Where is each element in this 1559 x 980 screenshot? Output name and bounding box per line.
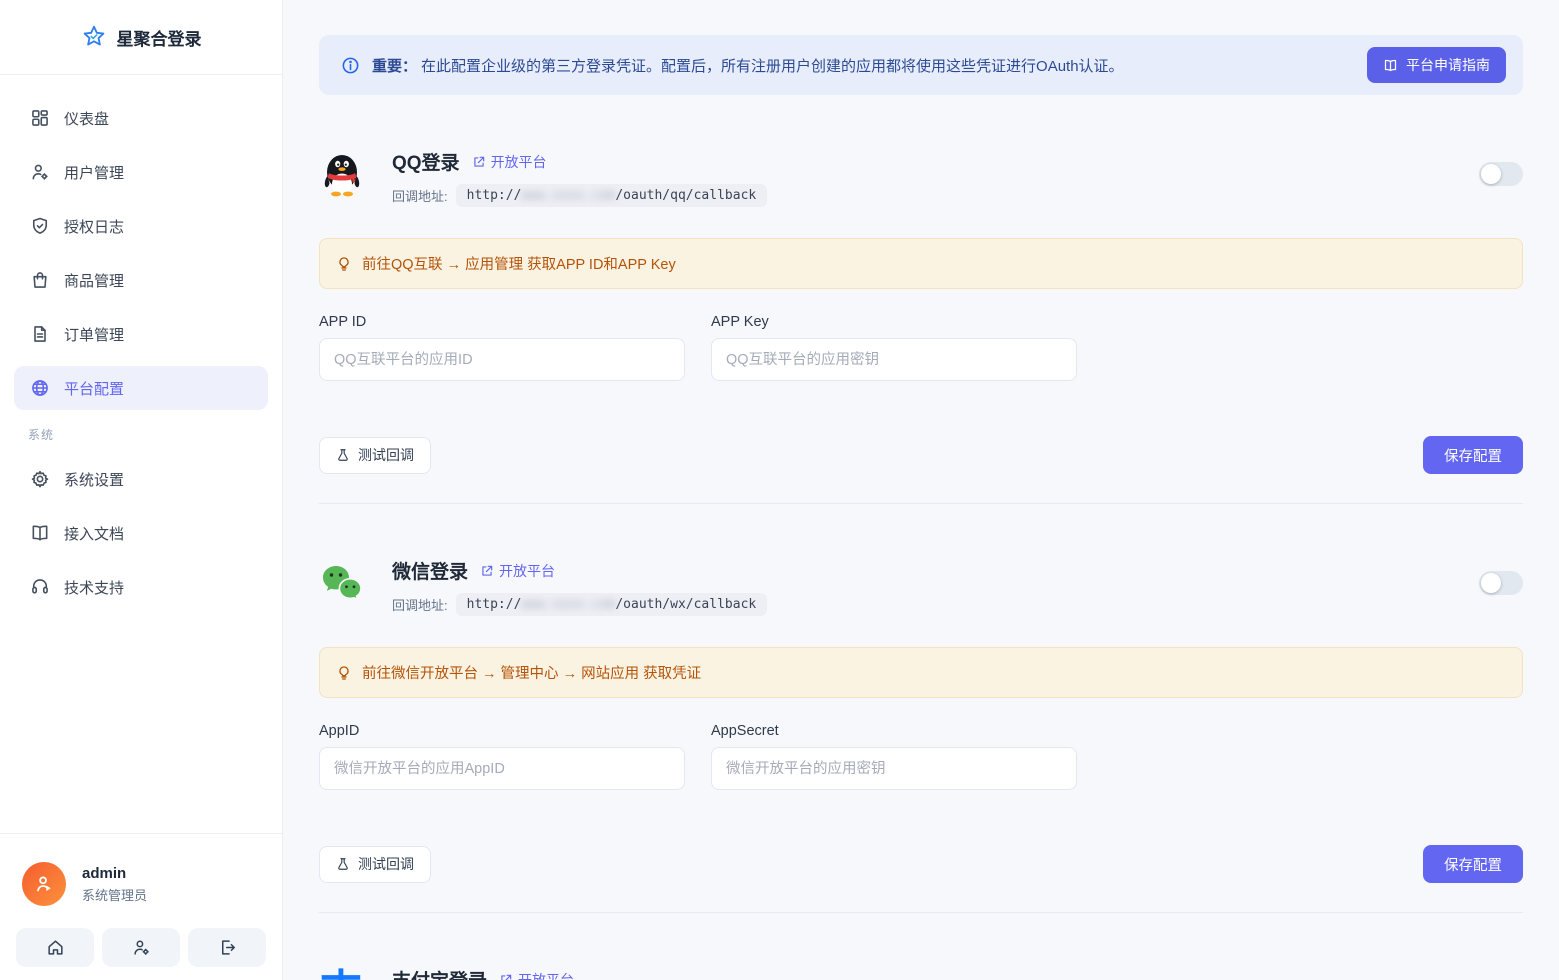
wechat-appsecret-label: AppSecret bbox=[711, 723, 1077, 739]
sidebar-item-label: 系统设置 bbox=[64, 469, 124, 490]
sidebar-item-label: 平台配置 bbox=[64, 378, 124, 399]
sidebar-item-label: 订单管理 bbox=[64, 324, 124, 345]
external-link-icon bbox=[480, 564, 494, 578]
globe-icon bbox=[30, 378, 50, 398]
sidebar-item-orders[interactable]: 订单管理 bbox=[14, 312, 268, 356]
sidebar-item-support[interactable]: 技术支持 bbox=[14, 565, 268, 609]
sidebar-item-system-settings[interactable]: 系统设置 bbox=[14, 457, 268, 501]
sidebar-item-label: 商品管理 bbox=[64, 270, 124, 291]
external-link-icon bbox=[472, 155, 486, 169]
sidebar-item-platform-config[interactable]: 平台配置 bbox=[14, 366, 268, 410]
qq-callback-url: http://www.xxxx.com/oauth/qq/callback bbox=[456, 184, 768, 207]
sidebar-item-users[interactable]: 用户管理 bbox=[14, 150, 268, 194]
shield-check-icon bbox=[30, 216, 50, 236]
wechat-appid-input[interactable] bbox=[319, 747, 685, 790]
qq-open-platform-link[interactable]: 开放平台 bbox=[472, 152, 547, 172]
wechat-open-platform-link[interactable]: 开放平台 bbox=[480, 561, 555, 581]
user-role: 系统管理员 bbox=[82, 885, 147, 904]
shopping-bag-icon bbox=[30, 270, 50, 290]
logout-icon bbox=[218, 938, 237, 957]
avatar bbox=[22, 862, 66, 906]
important-banner: 重要：在此配置企业级的第三方登录凭证。配置后，所有注册用户创建的应用都将使用这些… bbox=[319, 35, 1523, 95]
wechat-appsecret-input[interactable] bbox=[711, 747, 1077, 790]
wechat-save-config-button[interactable]: 保存配置 bbox=[1423, 845, 1523, 883]
alipay-open-platform-link[interactable]: 开放平台 bbox=[499, 970, 574, 980]
nav-section-label: 系统 bbox=[28, 426, 268, 443]
sidebar-footer: admin 系统管理员 bbox=[0, 833, 282, 980]
banner-text: 重要：在此配置企业级的第三方登录凭证。配置后，所有注册用户创建的应用都将使用这些… bbox=[372, 55, 1355, 76]
wechat-tip: 前往微信开放平台 → 管理中心 → 网站应用 获取凭证 bbox=[319, 647, 1523, 698]
sidebar-item-auth-logs[interactable]: 授权日志 bbox=[14, 204, 268, 248]
alipay-logo-icon: 支 bbox=[319, 969, 365, 980]
home-icon bbox=[46, 938, 65, 957]
document-icon bbox=[30, 324, 50, 344]
main-content: 重要：在此配置企业级的第三方登录凭证。配置后，所有注册用户创建的应用都将使用这些… bbox=[283, 0, 1559, 980]
user-card: admin 系统管理员 bbox=[16, 862, 266, 906]
wechat-appid-label: AppID bbox=[319, 723, 685, 739]
platform-card-alipay: 支 支付宝登录 开放平台 bbox=[319, 913, 1523, 980]
sidebar-item-label: 用户管理 bbox=[64, 162, 124, 183]
qq-appkey-label: APP Key bbox=[711, 314, 1077, 330]
logout-button[interactable] bbox=[188, 928, 266, 967]
qq-save-config-button[interactable]: 保存配置 bbox=[1423, 436, 1523, 474]
sidebar-item-label: 仪表盘 bbox=[64, 108, 109, 129]
logo: 星聚合登录 bbox=[0, 0, 282, 75]
user-gear-icon bbox=[132, 938, 151, 957]
sidebar-item-dashboard[interactable]: 仪表盘 bbox=[14, 96, 268, 140]
banner-body: 在此配置企业级的第三方登录凭证。配置后，所有注册用户创建的应用都将使用这些凭证进… bbox=[421, 58, 1124, 75]
qq-appid-label: APP ID bbox=[319, 314, 685, 330]
sidebar-item-label: 接入文档 bbox=[64, 523, 124, 544]
banner-bold: 重要： bbox=[372, 58, 417, 75]
flask-icon bbox=[336, 448, 350, 462]
wechat-callback-url: http://www.xxxx.com/oauth/wx/callback bbox=[456, 593, 768, 616]
sidebar-item-products[interactable]: 商品管理 bbox=[14, 258, 268, 302]
qq-title: QQ登录 bbox=[392, 148, 460, 175]
flask-icon bbox=[336, 857, 350, 871]
user-name: admin bbox=[82, 865, 147, 882]
qq-test-callback-button[interactable]: 测试回调 bbox=[319, 437, 431, 474]
wechat-enable-toggle[interactable] bbox=[1479, 571, 1523, 595]
star-logo-icon bbox=[81, 24, 107, 50]
info-icon bbox=[341, 56, 360, 75]
wechat-test-callback-button[interactable]: 测试回调 bbox=[319, 846, 431, 883]
platform-card-qq: QQ登录 开放平台 回调地址: http://www.xxxx bbox=[319, 95, 1523, 504]
sidebar-item-label: 授权日志 bbox=[64, 216, 124, 237]
lightbulb-icon bbox=[336, 665, 352, 681]
toggle-knob bbox=[1481, 573, 1501, 593]
external-link-icon bbox=[499, 973, 513, 980]
guide-button-label: 平台申请指南 bbox=[1406, 55, 1490, 75]
sidebar-item-docs[interactable]: 接入文档 bbox=[14, 511, 268, 555]
home-button[interactable] bbox=[16, 928, 94, 967]
qq-appid-input[interactable] bbox=[319, 338, 685, 381]
toggle-knob bbox=[1481, 164, 1501, 184]
blurred-domain: www.xxxx.com bbox=[521, 597, 615, 612]
qq-appkey-input[interactable] bbox=[711, 338, 1077, 381]
lightbulb-icon bbox=[336, 256, 352, 272]
blurred-domain: www.xxxx.com bbox=[521, 188, 615, 203]
book-icon bbox=[1383, 58, 1398, 73]
qq-logo-icon bbox=[319, 151, 365, 197]
callback-label: 回调地址: bbox=[392, 595, 448, 614]
alipay-title: 支付宝登录 bbox=[392, 966, 487, 980]
sidebar-nav: 仪表盘 用户管理 授权日志 bbox=[0, 75, 282, 833]
callback-label: 回调地址: bbox=[392, 186, 448, 205]
user-gear-icon bbox=[30, 162, 50, 182]
dashboard-grid-icon bbox=[30, 108, 50, 128]
gear-icon bbox=[30, 469, 50, 489]
platform-guide-button[interactable]: 平台申请指南 bbox=[1367, 47, 1506, 83]
open-book-icon bbox=[30, 523, 50, 543]
wechat-logo-icon bbox=[319, 560, 365, 606]
sidebar: 星聚合登录 仪表盘 用户管理 bbox=[0, 0, 283, 980]
headset-icon bbox=[30, 577, 50, 597]
sidebar-item-label: 技术支持 bbox=[64, 577, 124, 598]
account-button[interactable] bbox=[102, 928, 180, 967]
qq-tip: 前往QQ互联 → 应用管理 获取APP ID和APP Key bbox=[319, 238, 1523, 289]
app-title: 星聚合登录 bbox=[117, 25, 202, 50]
platform-card-wechat: 微信登录 开放平台 回调地址: http://www.xxxx bbox=[319, 504, 1523, 913]
wechat-title: 微信登录 bbox=[392, 557, 468, 584]
qq-enable-toggle[interactable] bbox=[1479, 162, 1523, 186]
